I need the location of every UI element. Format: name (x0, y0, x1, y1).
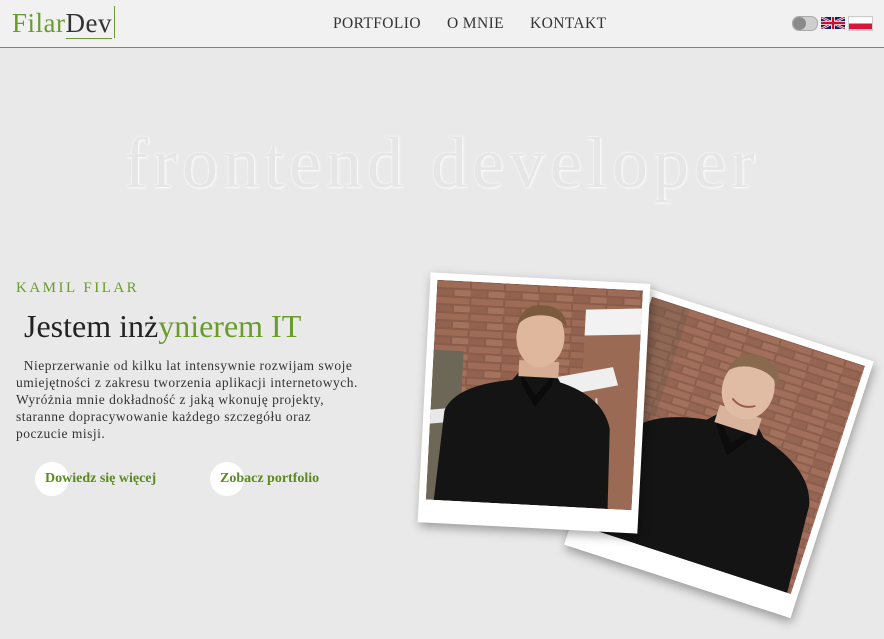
profile-photo-1 (417, 272, 651, 534)
hero-headline: Jestem inżynierem IT (24, 308, 301, 345)
see-portfolio-button[interactable]: Zobacz portfolio (210, 462, 319, 496)
logo-part-dev: Dev (65, 8, 112, 39)
photo-image-portrait (425, 279, 644, 511)
learn-more-label: Dowiedz się więcej (45, 471, 157, 486)
theme-toggle-icon[interactable] (792, 16, 818, 31)
headline-accent: ynierem IT (158, 308, 302, 344)
main-nav: PORTFOLIO O MNIE KONTAKT (333, 15, 606, 33)
hero-intro: Nieprzerwanie od kilku lat intensywnie r… (16, 358, 358, 441)
hero-watermark: frontend developer (124, 123, 760, 203)
toggle-knob (793, 17, 806, 30)
uk-flag-icon[interactable] (821, 17, 845, 29)
nav-link-about[interactable]: O MNIE (447, 15, 504, 33)
logo-part-filar: Filar (12, 8, 66, 38)
learn-more-button[interactable]: Dowiedz się więcej (35, 462, 156, 496)
see-portfolio-label: Zobacz portfolio (220, 471, 320, 486)
site-logo[interactable]: FilarDev (12, 6, 115, 39)
author-name: KAMIL FILAR (16, 280, 140, 296)
nav-link-contact[interactable]: KONTAKT (530, 15, 606, 33)
poland-flag-icon[interactable] (848, 16, 873, 31)
site-header: FilarDev PORTFOLIO O MNIE KONTAKT (0, 0, 884, 48)
nav-link-portfolio[interactable]: PORTFOLIO (333, 15, 421, 33)
headline-plain: Jestem inż (24, 308, 159, 344)
